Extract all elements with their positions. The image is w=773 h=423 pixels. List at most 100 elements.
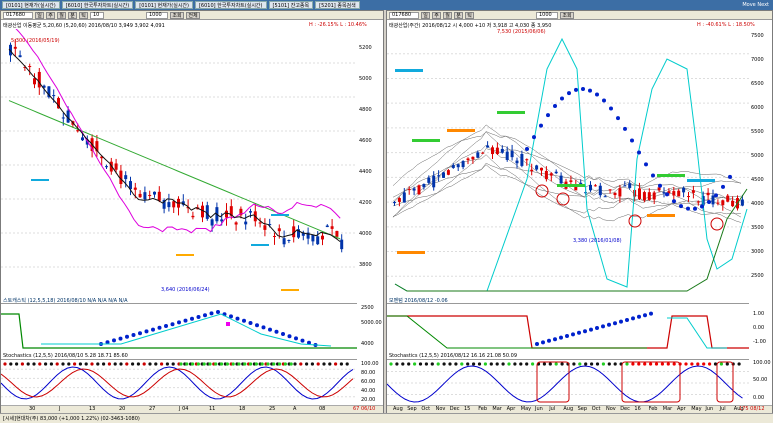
- task-tab-2[interactable]: [0101] 현재가(실시간): [135, 1, 193, 9]
- left-query-button[interactable]: 조회: [170, 11, 184, 19]
- left-stoch-dot: [177, 320, 181, 325]
- right-sar-dot: [560, 96, 564, 101]
- left-stochastics-panel[interactable]: [1, 359, 357, 405]
- left-btn-week[interactable]: 주: [46, 11, 55, 19]
- left-sto-dot: [125, 362, 129, 366]
- left-btn-tick[interactable]: 틱: [79, 11, 88, 19]
- left-sto-dot: [96, 362, 100, 366]
- left-sto-tick: 40.00: [361, 388, 376, 394]
- right-level-bar: [395, 69, 423, 72]
- left-sto-dot-green: [278, 362, 282, 366]
- left-x-axis[interactable]: 30 J 13 20 27 J 04 11 18 25 A 08 67 06/1…: [1, 405, 383, 413]
- right-candle: [407, 189, 411, 191]
- right-sto-dot: [424, 362, 428, 366]
- right-x-axis[interactable]: Aug Sep Oct Nov Dec 15 Feb Mar Apr May Jun Jul Aug Se…: [387, 405, 772, 413]
- right-btn-minute[interactable]: 분: [454, 11, 463, 19]
- right-momentum-dot: [583, 329, 587, 334]
- right-candle: [515, 160, 519, 164]
- right-candle: [417, 185, 421, 195]
- right-candle: [721, 200, 725, 206]
- right-btn-month[interactable]: 월: [443, 11, 452, 19]
- left-sto-tick: 80.00: [361, 370, 376, 376]
- right-sar-dot: [658, 183, 662, 188]
- task-tab-1[interactable]: [6010] 한국투자차트(실시간): [61, 1, 134, 9]
- left-period-input[interactable]: 10: [90, 11, 104, 19]
- right-sto-tick: 50.00: [753, 377, 768, 383]
- right-momentum-panel[interactable]: [387, 303, 749, 353]
- right-candle: [726, 195, 730, 202]
- left-btn-day[interactable]: 일: [35, 11, 44, 19]
- right-x-tick: Jun: [535, 406, 543, 412]
- left-stoch-dot: [157, 325, 162, 330]
- right-momentum-dot: [631, 316, 635, 321]
- left-stoch-dot: [300, 338, 305, 343]
- right-hl-label: H : -40.61% L : 18.50%: [697, 22, 755, 28]
- right-x-tick: Apr: [677, 406, 686, 412]
- left-candle: [114, 163, 118, 170]
- right-candle: [652, 192, 656, 200]
- right-candle: [432, 175, 436, 188]
- left-price-chart[interactable]: [1, 29, 357, 301]
- left-btn-month[interactable]: 월: [57, 11, 66, 19]
- right-candle: [427, 177, 431, 183]
- task-tab-0[interactable]: [0101] 현재가(실시간): [2, 1, 60, 9]
- right-sto-dot: [513, 362, 517, 366]
- right-sto-dot: [696, 362, 700, 366]
- left-x-tick: 11: [209, 406, 216, 412]
- right-candle: [495, 147, 499, 154]
- right-stochastics-panel[interactable]: [387, 359, 749, 405]
- right-candle: [466, 158, 470, 161]
- left-btn-minute[interactable]: 분: [68, 11, 77, 19]
- left-sto-dot-green: [220, 362, 224, 366]
- left-candle: [153, 191, 156, 195]
- right-sto-dot: [501, 362, 505, 366]
- window-taskbar: [0101] 현재가(실시간) [6010] 한국투자차트(실시간) [0101…: [0, 0, 773, 10]
- left-x-tick: 08: [319, 406, 326, 412]
- left-sto-dot-green: [208, 362, 212, 366]
- right-candle: [544, 170, 548, 180]
- left-sto-dot: [345, 362, 349, 366]
- right-y-tick: 6000: [751, 105, 764, 111]
- left-code-input[interactable]: 017680: [3, 11, 33, 19]
- left-sto-tick: 60.00: [361, 379, 376, 385]
- right-candle: [706, 192, 710, 196]
- right-level-bar: [657, 174, 685, 177]
- left-stoch-dot: [216, 310, 220, 314]
- right-sar-dot: [728, 174, 732, 179]
- right-y-tick: 7000: [751, 57, 764, 63]
- left-count-input[interactable]: 1000: [146, 11, 168, 19]
- right-level-bar: [687, 179, 715, 182]
- right-query-button[interactable]: 조회: [560, 11, 574, 19]
- left-sto-tick: 20.00: [361, 397, 376, 403]
- task-tab-4[interactable]: [5101] 잔고종목: [268, 1, 314, 9]
- right-candle: [691, 190, 695, 193]
- right-momentum-dot: [619, 319, 623, 324]
- right-price-chart[interactable]: [387, 29, 749, 301]
- left-stoch-panel[interactable]: [1, 303, 357, 353]
- right-momentum-dot: [589, 327, 593, 332]
- right-sar-dot: [574, 87, 578, 92]
- right-sto-dot: [407, 362, 411, 366]
- right-momentum-dot: [577, 330, 581, 335]
- left-sto-dot-green: [289, 362, 293, 366]
- right-x-tick: May: [691, 406, 702, 412]
- left-stoch-dot: [248, 321, 253, 325]
- right-level-bar: [557, 184, 585, 187]
- left-sto-dot: [310, 362, 314, 366]
- left-stoch-dot: [190, 316, 194, 321]
- right-count-input[interactable]: 1000: [536, 11, 558, 19]
- left-all-button[interactable]: 전체: [186, 11, 200, 19]
- right-btn-day[interactable]: 일: [421, 11, 430, 19]
- right-btn-week[interactable]: 주: [432, 11, 441, 19]
- right-candle: [628, 183, 632, 188]
- task-tab-5[interactable]: [5201] 종목검색: [315, 1, 360, 9]
- right-code-input[interactable]: 017680: [389, 11, 419, 19]
- task-tab-3[interactable]: [6010] 한국투자차트(실시간): [194, 1, 267, 9]
- right-btn-tick[interactable]: 틱: [465, 11, 474, 19]
- right-x-tick: 15: [464, 406, 471, 412]
- right-candle: [731, 200, 735, 207]
- right-sar-dot: [616, 116, 620, 121]
- left-level-bar: [176, 254, 194, 256]
- right-candle: [437, 175, 441, 177]
- move-next-label[interactable]: Move Next: [742, 2, 773, 8]
